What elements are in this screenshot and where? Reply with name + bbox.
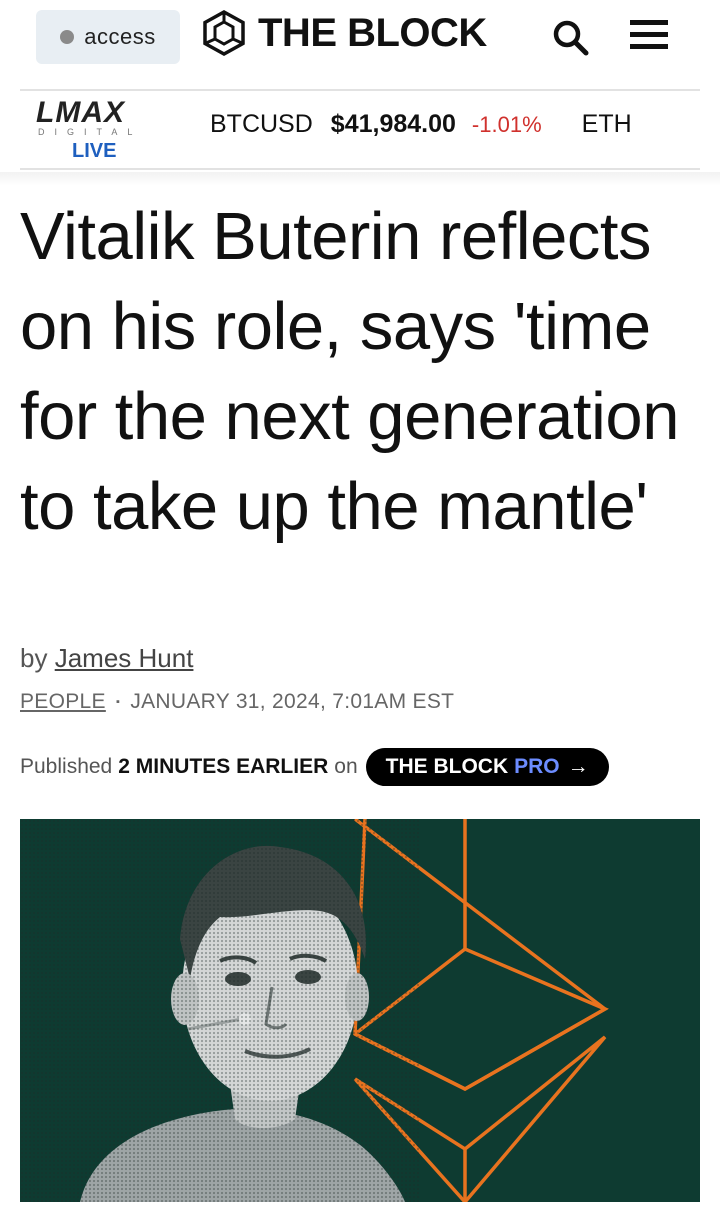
published-on: on	[334, 755, 358, 778]
header-shadow	[0, 172, 720, 186]
ticker-symbol: BTCUSD	[210, 110, 313, 138]
published-prefix: Published	[20, 755, 113, 778]
block-cube-icon	[203, 10, 245, 56]
price-ticker[interactable]: BTCUSD $41,984.00 -1.01% ETH	[210, 110, 632, 139]
divider	[20, 89, 700, 91]
ticker-change: -1.01%	[471, 112, 542, 137]
author-link[interactable]: James Hunt	[55, 643, 194, 673]
article-headline: Vitalik Buterin reflects on his role, sa…	[20, 199, 679, 544]
hero-image	[20, 819, 700, 1202]
arrow-right-icon: →	[567, 755, 589, 778]
access-button[interactable]: access	[36, 10, 180, 64]
ticker-price: $41,984.00	[330, 110, 456, 138]
pro-brand: THE BLOCK	[385, 755, 509, 778]
lmax-logo: LMAX	[36, 96, 125, 129]
meta-separator: ▪	[115, 696, 121, 709]
article-meta: PEOPLE ▪ JANUARY 31, 2024, 7:01AM EST	[20, 690, 454, 714]
access-label: access	[84, 24, 156, 49]
publish-date: JANUARY 31, 2024, 7:01AM EST	[130, 690, 455, 713]
the-block-pro-link[interactable]: THE BLOCK PRO →	[365, 748, 609, 786]
site-logo[interactable]: THE BLOCK	[200, 6, 487, 60]
lmax-sublabel: DIGITAL	[38, 127, 143, 137]
published-when: 2 MINUTES EARLIER	[118, 755, 329, 778]
by-label: by	[20, 643, 48, 673]
search-button[interactable]	[550, 18, 594, 58]
search-icon	[553, 20, 589, 56]
portrait-photo	[20, 819, 420, 1202]
published-notice: Published 2 MINUTES EARLIER on THE BLOCK…	[20, 748, 609, 786]
live-label: LIVE	[72, 140, 117, 162]
byline: by James Hunt	[20, 643, 193, 674]
ticker-next-symbol: ETH	[581, 110, 632, 138]
logo-text: THE BLOCK	[258, 10, 487, 55]
menu-button[interactable]	[630, 20, 672, 54]
hamburger-menu-icon	[630, 20, 668, 25]
status-dot-icon	[60, 30, 75, 44]
category-link[interactable]: PEOPLE	[20, 690, 106, 713]
divider	[20, 168, 700, 170]
lmax-live-badge[interactable]: LMAX DIGITAL LIVE	[36, 98, 156, 163]
pro-word: PRO	[514, 755, 560, 778]
